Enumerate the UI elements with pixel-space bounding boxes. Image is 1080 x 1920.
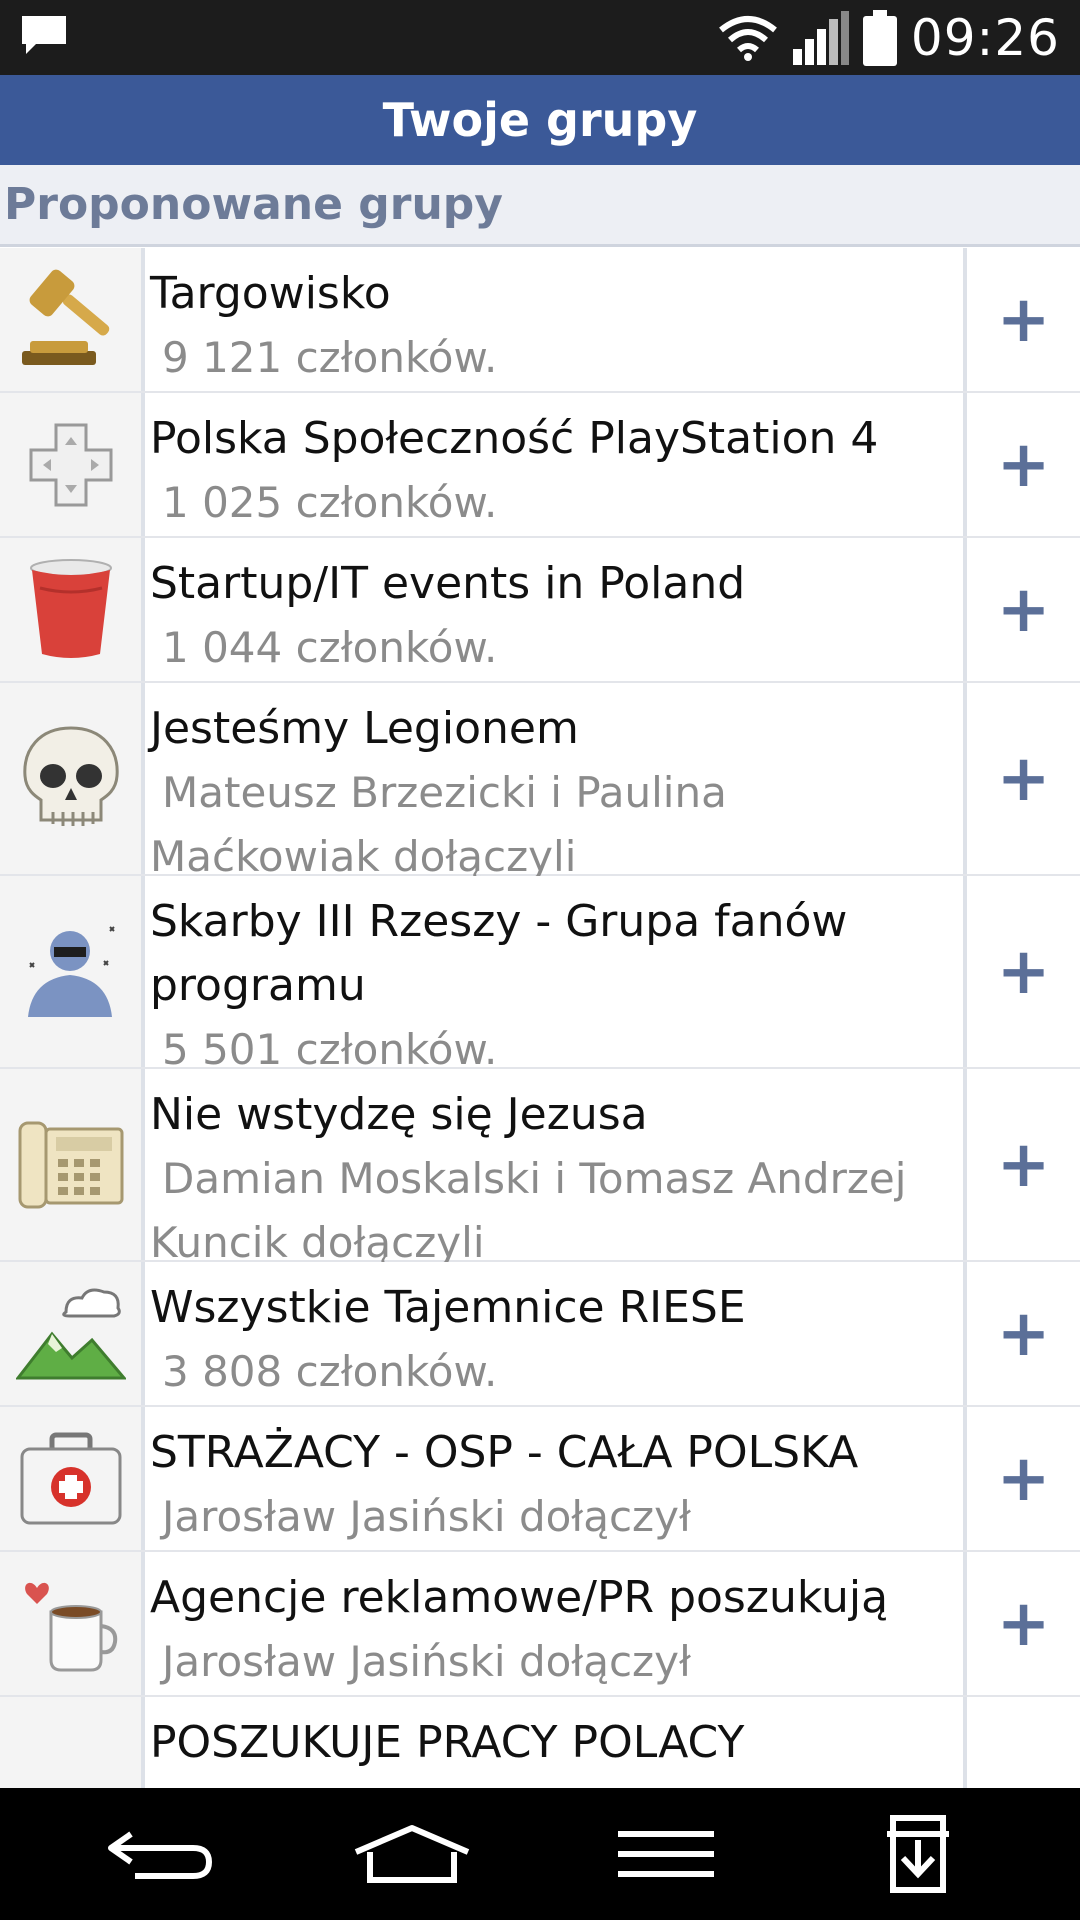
group-row[interactable]: Targowisko 9 121 członków. + — [0, 248, 1080, 393]
back-icon — [108, 1831, 213, 1879]
plus-icon: + — [996, 282, 1051, 357]
clock: 09:26 — [910, 8, 1060, 67]
group-subtitle: Mateusz Brzezicki i Paulina Maćkowiak do… — [150, 768, 727, 881]
person-sunglasses-icon — [27, 925, 115, 1017]
menu-icon — [618, 1831, 714, 1877]
group-name[interactable]: Agencje reklamowe/PR poszukują — [150, 1566, 960, 1630]
group-name[interactable]: Jesteśmy Legionem — [150, 697, 960, 761]
group-name[interactable]: Startup/IT events in Poland — [150, 552, 960, 616]
group-list: Targowisko 9 121 członków. + Polska Społ… — [0, 248, 1080, 1788]
group-row[interactable]: Jesteśmy Legionem Mateusz Brzezicki i Pa… — [0, 683, 1080, 881]
join-group-button[interactable]: + — [963, 876, 1080, 1067]
group-row[interactable]: Polska Społeczność PlayStation 4 1 025 c… — [0, 393, 1080, 538]
cup-icon — [29, 558, 112, 658]
plus-icon: + — [996, 572, 1051, 647]
group-name[interactable]: Targowisko — [150, 262, 960, 326]
plus-icon: + — [996, 1586, 1051, 1661]
wifi-icon — [719, 15, 777, 61]
home-button[interactable] — [352, 1808, 472, 1900]
system-nav-bar — [0, 1788, 1080, 1920]
gamepad-icon — [29, 423, 112, 506]
app-header: Twoje grupy — [0, 75, 1080, 165]
group-icon-cell — [0, 683, 145, 874]
plus-icon: + — [996, 1296, 1051, 1371]
telephone-icon — [18, 1121, 123, 1208]
plus-icon: + — [996, 1441, 1051, 1516]
group-icon-cell — [0, 538, 145, 681]
gavel-icon — [21, 269, 109, 365]
group-subtitle: 3 808 członków. — [162, 1347, 498, 1396]
skull-icon — [22, 725, 119, 826]
join-group-button[interactable]: + — [963, 248, 1080, 391]
page-title: Twoje grupy — [382, 93, 698, 147]
section-title: Proponowane grupy — [4, 179, 503, 230]
join-group-button[interactable]: + — [963, 1552, 1080, 1695]
join-group-button[interactable]: + — [963, 1262, 1080, 1405]
group-icon-cell — [0, 393, 145, 536]
notification-icon — [22, 16, 66, 54]
group-row[interactable]: Wszystkie Tajemnice RIESE 3 808 członków… — [0, 1262, 1080, 1407]
group-row[interactable]: Startup/IT events in Poland 1 044 członk… — [0, 538, 1080, 683]
join-group-button[interactable] — [963, 1697, 1080, 1788]
group-name[interactable]: Wszystkie Tajemnice RIESE — [150, 1276, 960, 1340]
group-row[interactable]: Nie wstydzę się Jezusa Damian Moskalski … — [0, 1069, 1080, 1267]
group-subtitle: 1 025 członków. — [162, 478, 498, 527]
group-name[interactable]: Skarby III Rzeszy - Grupa fanów programu — [150, 890, 960, 1018]
join-group-button[interactable]: + — [963, 683, 1080, 874]
group-name[interactable]: POSZUKUJE PRACY POLACY POŁĄCZMY SIĘ RAZE… — [150, 1711, 960, 1788]
coffee-mug-icon — [24, 1582, 117, 1671]
group-name[interactable]: Polska Społeczność PlayStation 4 — [150, 407, 960, 471]
group-row[interactable]: Skarby III Rzeszy - Grupa fanów programu… — [0, 876, 1080, 1074]
plus-icon: + — [996, 427, 1051, 502]
back-button[interactable] — [100, 1808, 220, 1900]
group-row[interactable]: POSZUKUJE PRACY POLACY POŁĄCZMY SIĘ RAZE… — [0, 1697, 1080, 1788]
download-icon — [887, 1815, 949, 1893]
group-row[interactable]: Agencje reklamowe/PR poszukują Jarosław … — [0, 1552, 1080, 1697]
battery-icon — [862, 9, 897, 66]
group-icon-cell — [0, 1552, 145, 1695]
download-button[interactable] — [858, 1808, 978, 1900]
landscape-icon — [15, 1288, 126, 1379]
group-subtitle: Damian Moskalski i Tomasz Andrzej Kuncik… — [150, 1154, 907, 1267]
join-group-button[interactable]: + — [963, 393, 1080, 536]
menu-button[interactable] — [606, 1808, 726, 1900]
join-group-button[interactable]: + — [963, 1407, 1080, 1550]
first-aid-kit-icon — [20, 1432, 121, 1524]
group-icon-cell — [0, 248, 145, 391]
group-row[interactable]: STRAŻACY - OSP - CAŁA POLSKA Jarosław Ja… — [0, 1407, 1080, 1552]
group-name[interactable]: STRAŻACY - OSP - CAŁA POLSKA — [150, 1421, 960, 1485]
group-icon-cell — [0, 1697, 145, 1788]
section-header: Proponowane grupy — [0, 165, 1080, 247]
group-subtitle: 5 501 członków. — [162, 1025, 498, 1074]
group-icon-cell — [0, 1262, 145, 1405]
plus-icon: + — [996, 741, 1051, 816]
group-icon-cell — [0, 1407, 145, 1550]
plus-icon: + — [996, 1127, 1051, 1202]
plus-icon: + — [996, 934, 1051, 1009]
group-subtitle: Jarosław Jasiński dołączył — [162, 1492, 691, 1541]
status-bar: 09:26 — [0, 0, 1080, 75]
group-subtitle: Jarosław Jasiński dołączył — [162, 1637, 691, 1686]
group-icon-cell — [0, 1069, 145, 1260]
group-icon-cell — [0, 876, 145, 1067]
home-icon — [354, 1825, 470, 1883]
group-subtitle: 1 044 członków. — [162, 623, 498, 672]
group-name[interactable]: Nie wstydzę się Jezusa — [150, 1083, 960, 1147]
group-subtitle: 9 121 członków. — [162, 333, 498, 382]
join-group-button[interactable]: + — [963, 538, 1080, 681]
signal-icon — [792, 10, 849, 65]
join-group-button[interactable]: + — [963, 1069, 1080, 1260]
